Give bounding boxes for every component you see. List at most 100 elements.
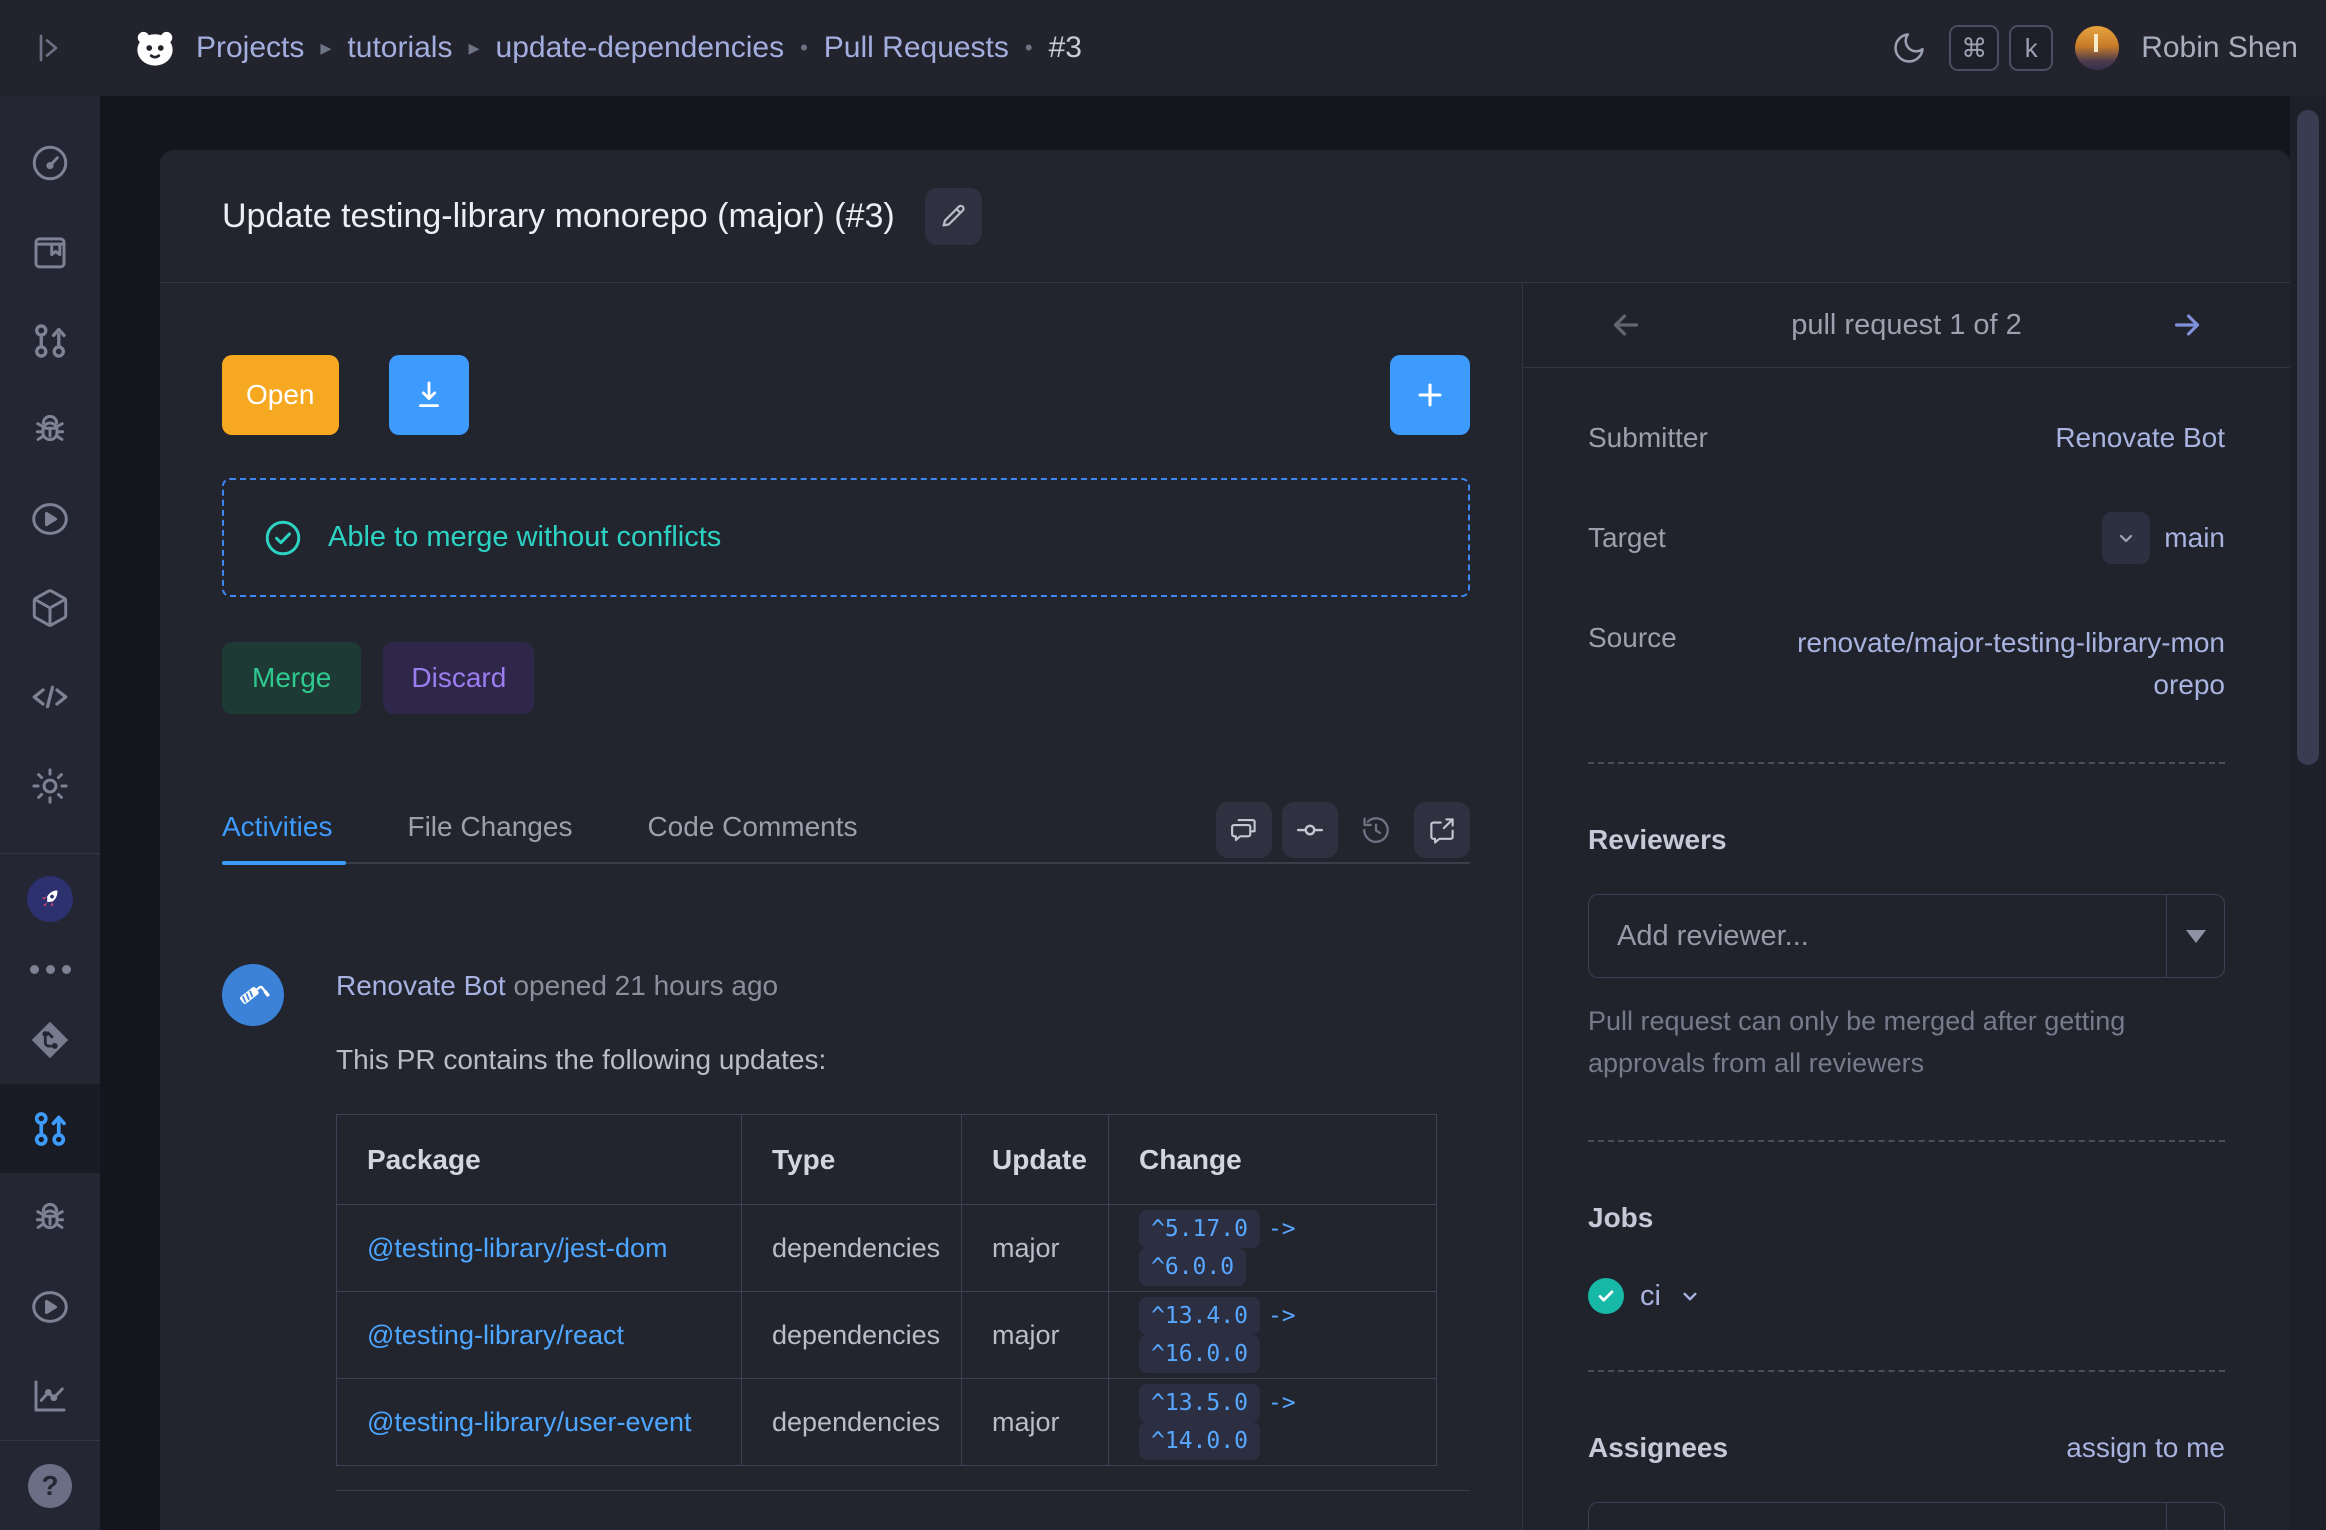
- activity-divider: [336, 1490, 1470, 1491]
- job-chevron-down-icon[interactable]: [1677, 1283, 1703, 1309]
- version-from-chip: ^13.4.0: [1139, 1297, 1260, 1335]
- sidebar-item-packages[interactable]: [0, 563, 100, 652]
- sidebar-item-settings[interactable]: [0, 741, 100, 830]
- dep-type: dependencies: [742, 1205, 962, 1292]
- top-navbar: Projects ▸ tutorials ▸ update-dependenci…: [0, 0, 2326, 96]
- pr-state-open-button[interactable]: Open: [222, 355, 339, 435]
- sidebar-item-pull-requests[interactable]: [0, 296, 100, 385]
- col-header-change: Change: [1109, 1115, 1437, 1205]
- col-header-update: Update: [962, 1115, 1109, 1205]
- sidebar-item-pull-requests-active[interactable]: [0, 1084, 100, 1173]
- assign-to-me-link[interactable]: assign to me: [2066, 1432, 2225, 1464]
- command-palette-shortcut[interactable]: ⌘ k: [1949, 25, 2053, 71]
- reviewers-help-text: Pull request can only be merged after ge…: [1588, 1000, 2225, 1084]
- dark-mode-toggle-moon-icon[interactable]: [1891, 30, 1927, 66]
- activity-author-link[interactable]: Renovate Bot: [336, 970, 506, 1001]
- assignees-section: Assignees assign to me Add assignee... A…: [1523, 1372, 2290, 1530]
- breadcrumb-dot: •: [1025, 35, 1033, 61]
- package-icon: [29, 587, 71, 629]
- job-name-link[interactable]: ci: [1640, 1280, 1661, 1313]
- sidebar-item-git[interactable]: [0, 995, 100, 1084]
- add-reviewer-select[interactable]: Add reviewer...: [1588, 894, 2225, 978]
- target-branch-link[interactable]: main: [2164, 522, 2225, 554]
- pr-actions-row: Merge Discard: [222, 642, 1470, 714]
- col-header-package: Package: [337, 1115, 742, 1205]
- merge-status-text: Able to merge without conflicts: [328, 521, 721, 554]
- sidebar-item-project-issues[interactable]: [0, 1173, 100, 1262]
- target-row: Target main: [1588, 512, 2225, 564]
- download-icon: [412, 378, 446, 412]
- pr-title-row: Update testing-library monorepo (major) …: [160, 150, 2290, 283]
- sidebar-item-dashboard[interactable]: [0, 118, 100, 207]
- show-commits-button[interactable]: [1282, 802, 1338, 858]
- activity-content: Renovate Bot opened 21 hours ago This PR…: [336, 964, 1470, 1491]
- play-circle-icon: [29, 498, 71, 540]
- target-label: Target: [1588, 522, 1666, 554]
- submitter-row: Submitter Renovate Bot: [1588, 422, 2225, 454]
- sidebar-item-docs[interactable]: [0, 207, 100, 296]
- sidebar-collapse-icon[interactable]: [0, 0, 100, 96]
- sidebar-item-builds[interactable]: [0, 474, 100, 563]
- history-button[interactable]: [1348, 802, 1404, 858]
- play-circle-icon: [29, 1286, 71, 1328]
- version-from-chip: ^5.17.0: [1139, 1210, 1260, 1248]
- change-cell: ^13.4.0->^16.0.0: [1109, 1292, 1437, 1379]
- update-kind: major: [962, 1292, 1109, 1379]
- source-branch-link[interactable]: renovate/major-testing-library-monorepo: [1795, 622, 2225, 706]
- tab-underline: [222, 862, 1470, 864]
- select-caret-segment: [2166, 895, 2224, 977]
- breadcrumb-section[interactable]: Pull Requests: [824, 31, 1009, 65]
- tab-code-comments[interactable]: Code Comments: [647, 811, 857, 849]
- breadcrumb-projects[interactable]: Projects: [196, 31, 304, 65]
- package-link[interactable]: @testing-library/jest-dom: [367, 1233, 668, 1263]
- change-arrow: ->: [1268, 1390, 1296, 1416]
- sidebar-item-code[interactable]: [0, 652, 100, 741]
- breadcrumb-project[interactable]: tutorials: [347, 31, 452, 65]
- sidebar-project-avatar[interactable]: [0, 854, 100, 943]
- select-caret-segment: [2166, 1503, 2224, 1530]
- job-row-ci[interactable]: ci: [1588, 1278, 2225, 1314]
- discard-button[interactable]: Discard: [383, 642, 534, 714]
- caret-down-icon: [2186, 930, 2206, 943]
- tab-file-changes[interactable]: File Changes: [407, 811, 572, 849]
- user-name[interactable]: Robin Shen: [2141, 31, 2298, 65]
- toggle-comments-button[interactable]: [1216, 802, 1272, 858]
- download-patch-button[interactable]: [389, 355, 469, 435]
- breadcrumb-repo[interactable]: update-dependencies: [496, 31, 785, 65]
- chevron-down-icon: [2114, 526, 2138, 550]
- breadcrumb-dot: •: [800, 35, 808, 61]
- navbar-right: ⌘ k Robin Shen: [1891, 25, 2326, 71]
- pr-state-row: Open: [222, 355, 1470, 435]
- sidebar-item-issues[interactable]: [0, 385, 100, 474]
- comments-icon: [1229, 815, 1259, 845]
- next-pr-arrow-icon[interactable]: [2169, 307, 2205, 343]
- pr-tabs: Activities File Changes Code Comments: [222, 796, 1470, 864]
- app-logo-icon[interactable]: [132, 25, 178, 71]
- gauge-icon: [29, 142, 71, 184]
- pr-pager: pull request 1 of 2: [1523, 283, 2290, 368]
- page-scrollbar-track[interactable]: [2290, 96, 2326, 1530]
- add-comment-button[interactable]: [1390, 355, 1470, 435]
- new-comment-button[interactable]: [1414, 802, 1470, 858]
- merge-status-box: Able to merge without conflicts: [222, 478, 1470, 597]
- tab-activities[interactable]: Activities: [222, 811, 332, 849]
- sidebar-item-help[interactable]: ?: [0, 1441, 100, 1530]
- edit-title-button[interactable]: [925, 188, 982, 245]
- sidebar-item-stats[interactable]: [0, 1351, 100, 1440]
- sidebar-item-project-builds[interactable]: [0, 1262, 100, 1351]
- book-bookmark-icon: [29, 231, 71, 273]
- package-link[interactable]: @testing-library/react: [367, 1320, 624, 1350]
- prev-pr-arrow-icon[interactable]: [1608, 307, 1644, 343]
- add-assignee-select[interactable]: Add assignee...: [1588, 1502, 2225, 1530]
- sidebar-project-overflow[interactable]: [0, 943, 100, 995]
- page-scrollbar-thumb[interactable]: [2297, 110, 2319, 765]
- submitter-value-link[interactable]: Renovate Bot: [2055, 422, 2225, 454]
- package-link[interactable]: @testing-library/user-event: [367, 1407, 692, 1437]
- source-row: Source renovate/major-testing-library-mo…: [1588, 622, 2225, 706]
- pager-text: pull request 1 of 2: [1644, 309, 2169, 342]
- change-cell: ^5.17.0->^6.0.0: [1109, 1205, 1437, 1292]
- merge-button[interactable]: Merge: [222, 642, 361, 714]
- user-avatar[interactable]: [2075, 26, 2119, 70]
- pull-request-icon: [29, 1108, 71, 1150]
- target-branch-dropdown-button[interactable]: [2102, 512, 2150, 564]
